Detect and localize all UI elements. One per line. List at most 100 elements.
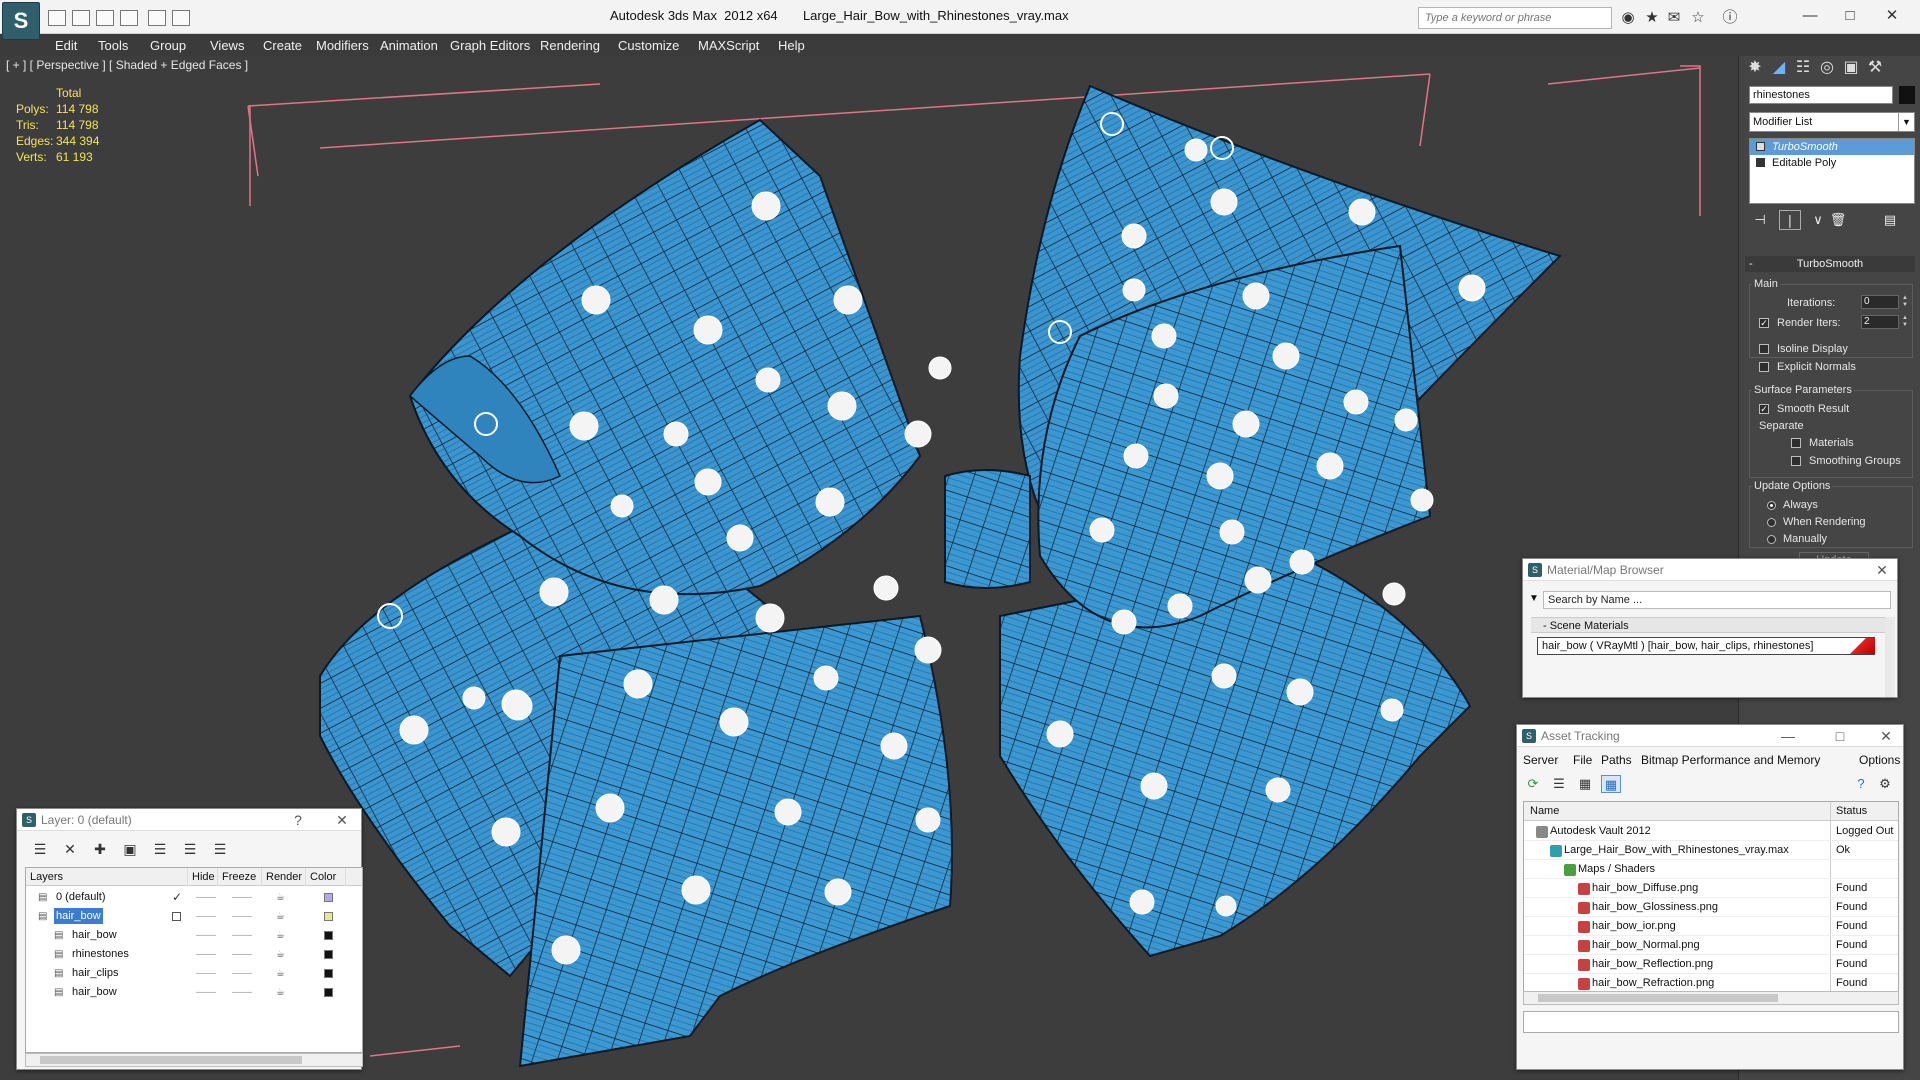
layer-row[interactable]: ▤ hair_bow —— —— ☕	[26, 907, 362, 926]
menu-graph-editors[interactable]: Graph Editors	[450, 38, 530, 53]
freeze-toggle[interactable]: ——	[232, 983, 252, 1002]
when-rendering-radio[interactable]	[1767, 518, 1776, 527]
asset-name[interactable]: Large_Hair_Bow_with_Rhinestones_vray.max	[1564, 841, 1789, 860]
delete-layer-icon[interactable]: ✕	[59, 839, 81, 859]
options-dropdown-icon[interactable]: ▼	[1529, 593, 1539, 604]
communication-icon[interactable]: ✉	[1664, 9, 1684, 27]
freeze-toggle[interactable]: ——	[232, 964, 252, 983]
render-teapot-icon[interactable]: ☕	[276, 888, 285, 907]
render-iters-spinner[interactable]: 2	[1861, 315, 1899, 329]
materials-checkbox[interactable]	[1791, 438, 1801, 448]
maximize-icon[interactable]: □	[1830, 4, 1870, 28]
asset-name[interactable]: hair_bow_Reflection.png	[1592, 955, 1713, 974]
always-radio[interactable]	[1767, 501, 1776, 510]
add-to-layer-icon[interactable]: ✚	[89, 839, 111, 859]
asset-name[interactable]: hair_bow_Glossiness.png	[1592, 898, 1718, 917]
layer-color-swatch[interactable]	[324, 912, 333, 921]
help-button[interactable]: ?	[289, 811, 307, 829]
layer-color-swatch[interactable]	[324, 893, 333, 902]
render-teapot-icon[interactable]: ☕	[276, 945, 285, 964]
hierarchy-tab-icon[interactable]: ☷	[1791, 56, 1815, 80]
menu-create[interactable]: Create	[263, 38, 302, 53]
layer-window-titlebar[interactable]: S Layer: 0 (default) ? ✕	[17, 809, 361, 831]
open-file-icon[interactable]	[48, 10, 66, 26]
lightbulb-icon[interactable]	[1756, 142, 1765, 151]
modifier-stack[interactable]: TurboSmooth Editable Poly	[1749, 138, 1915, 204]
close-icon[interactable]: ✕	[333, 811, 351, 829]
col-color[interactable]: Color	[306, 868, 346, 886]
minimize-icon[interactable]: —	[1790, 4, 1830, 28]
layer-name[interactable]: 0 (default)	[54, 889, 108, 905]
col-hide[interactable]: Hide	[188, 868, 218, 886]
display-tab-icon[interactable]: ▣	[1839, 56, 1863, 80]
layer-color-swatch[interactable]	[324, 950, 333, 959]
stack-item-turbosmooth[interactable]: TurboSmooth	[1750, 139, 1914, 155]
layer-row[interactable]: ▤ hair_bow —— —— ☕	[26, 983, 362, 1002]
menu-maxscript[interactable]: MAXScript	[698, 38, 759, 53]
material-browser-titlebar[interactable]: S Material/Map Browser ✕	[1523, 559, 1897, 581]
layer-row[interactable]: ▤ rhinestones —— —— ☕	[26, 945, 362, 964]
asset-tracking-titlebar[interactable]: S Asset Tracking — □ ✕	[1517, 725, 1903, 747]
pin-stack-icon[interactable]: ⊣	[1749, 210, 1771, 230]
hide-toggle[interactable]: ——	[196, 964, 216, 983]
redo-icon[interactable]	[172, 10, 190, 26]
hide-all-icon[interactable]: ☰	[179, 839, 201, 859]
minimize-icon[interactable]: —	[1779, 727, 1797, 745]
asset-name[interactable]: hair_bow_Diffuse.png	[1592, 879, 1698, 898]
configure-sets-icon[interactable]: ▤	[1879, 210, 1901, 230]
table-view-icon[interactable]: ▦	[1601, 775, 1621, 793]
active-layer-box[interactable]	[172, 912, 181, 921]
layer-name[interactable]: hair_bow	[70, 927, 119, 943]
layer-name[interactable]: rhinestones	[70, 946, 131, 962]
asset-row[interactable]: Large_Hair_Bow_with_Rhinestones_vray.max…	[1524, 841, 1898, 860]
asset-row[interactable]: hair_bow_ior.png Found	[1524, 917, 1898, 936]
viewport-label[interactable]: [ + ] [ Perspective ] [ Shaded + Edged F…	[6, 58, 248, 72]
asset-name[interactable]: hair_bow_Normal.png	[1592, 936, 1700, 955]
asset-name[interactable]: Maps / Shaders	[1578, 860, 1655, 879]
freeze-toggle[interactable]: ——	[232, 926, 252, 945]
menu-paths[interactable]: Paths	[1601, 753, 1632, 767]
close-icon[interactable]: ✕	[1877, 727, 1895, 745]
hide-toggle[interactable]: ——	[196, 926, 216, 945]
menu-group[interactable]: Group	[150, 38, 186, 53]
menu-bitmap-performance[interactable]: Bitmap Performance and Memory	[1641, 753, 1820, 767]
new-layer-icon[interactable]: ☰	[29, 839, 51, 859]
col-name[interactable]: Name	[1524, 802, 1830, 821]
layer-name[interactable]: hair_clips	[70, 965, 120, 981]
scene-materials-section[interactable]: - Scene Materials	[1531, 617, 1889, 633]
freeze-toggle[interactable]: ——	[232, 888, 252, 907]
subscription-icon[interactable]: ★	[1642, 9, 1662, 27]
menu-views[interactable]: Views	[210, 38, 244, 53]
maximize-icon[interactable]: □	[1831, 727, 1849, 745]
render-teapot-icon[interactable]: ☕	[276, 926, 285, 945]
col-freeze[interactable]: Freeze	[218, 868, 262, 886]
layer-color-swatch[interactable]	[324, 931, 333, 940]
object-name-field[interactable]: rhinestones	[1749, 86, 1893, 104]
hide-toggle[interactable]: ——	[196, 983, 216, 1002]
hide-toggle[interactable]: ——	[196, 945, 216, 964]
smooth-result-checkbox[interactable]: ✓	[1759, 404, 1769, 414]
layer-row[interactable]: ▤ hair_clips —— —— ☕	[26, 964, 362, 983]
smoothing-groups-checkbox[interactable]	[1791, 456, 1801, 466]
material-scrollbar[interactable]	[1885, 617, 1895, 697]
active-layer-check-icon[interactable]: ✓	[172, 888, 182, 907]
spinner-arrows-icon[interactable]: ▲ ▼	[1901, 295, 1909, 309]
layer-color-swatch[interactable]	[324, 988, 333, 997]
material-item[interactable]: hair_bow ( VRayMtl ) [hair_bow, hair_cli…	[1537, 637, 1875, 655]
save-file-icon[interactable]	[72, 10, 90, 26]
thumbnail-view-icon[interactable]: ▦	[1575, 775, 1595, 793]
layer-name[interactable]: hair_bow	[70, 984, 119, 1000]
asset-row[interactable]: Autodesk Vault 2012 Logged Out	[1524, 822, 1898, 841]
menu-help[interactable]: Help	[778, 38, 805, 53]
explicit-normals-checkbox[interactable]	[1759, 362, 1769, 372]
asset-horizontal-scrollbar[interactable]	[1523, 991, 1899, 1005]
hide-toggle[interactable]: ——	[196, 907, 216, 926]
show-end-result-icon[interactable]: ∣	[1779, 210, 1801, 230]
render-teapot-icon[interactable]: ☕	[276, 964, 285, 983]
asset-row[interactable]: hair_bow_Diffuse.png Found	[1524, 879, 1898, 898]
layer-horizontal-scrollbar[interactable]	[25, 1053, 363, 1067]
menu-animation[interactable]: Animation	[380, 38, 438, 53]
select-objects-icon[interactable]: ▣	[119, 839, 141, 859]
spinner-arrows-icon[interactable]: ▲ ▼	[1901, 315, 1909, 329]
freeze-all-icon[interactable]: ☰	[209, 839, 231, 859]
